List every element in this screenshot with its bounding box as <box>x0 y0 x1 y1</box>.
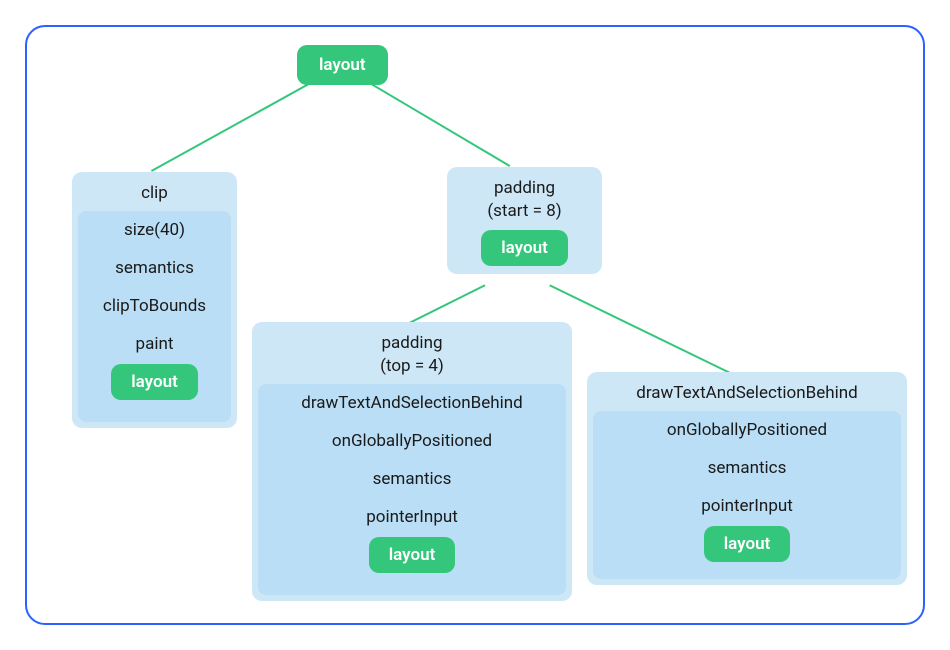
semantics-node-br: semantics pointerInput layout <box>598 449 896 574</box>
onglobally-node-br: onGloballyPositioned semantics pointerIn… <box>593 411 901 579</box>
padding-top-label: padding (top = 4) <box>258 328 566 382</box>
onglobally-label-bl: onGloballyPositioned <box>268 427 556 458</box>
padding-start-label: padding (start = 8) <box>453 173 596 227</box>
onglobally-node-bl: onGloballyPositioned semantics pointerIn… <box>263 422 561 590</box>
diagram-frame: layout clip size(40) semantics clipToBou… <box>25 25 925 625</box>
pointerinput-label-bl: pointerInput <box>278 503 546 534</box>
pointerinput-label-br: pointerInput <box>608 492 886 523</box>
pointerinput-node-bl: pointerInput layout <box>273 498 551 580</box>
onglobally-label-br: onGloballyPositioned <box>598 416 896 447</box>
paint-node: paint layout <box>93 325 216 407</box>
size-label: size(40) <box>83 216 226 247</box>
clip-label: clip <box>78 178 231 209</box>
drawtext-label-bl: drawTextAndSelectionBehind <box>263 389 561 420</box>
cliptobounds-label: clipToBounds <box>93 292 216 323</box>
drawtext-node-br: drawTextAndSelectionBehind onGloballyPos… <box>587 372 907 585</box>
paint-label: paint <box>98 330 211 361</box>
layout-leaf-br: layout <box>704 526 791 562</box>
pointerinput-node-br: pointerInput layout <box>603 487 891 569</box>
semantics-label-left: semantics <box>88 254 221 285</box>
root-layout-node: layout <box>297 45 388 85</box>
layout-leaf-bl-label: layout <box>389 545 436 565</box>
layout-leaf-right-label: layout <box>501 238 548 258</box>
padding-start-node: padding (start = 8) layout <box>447 167 602 274</box>
drawtext-label-br: drawTextAndSelectionBehind <box>593 378 901 409</box>
layout-leaf-right: layout <box>481 230 568 266</box>
drawtext-node-bl: drawTextAndSelectionBehind onGloballyPos… <box>258 384 566 595</box>
root-label: layout <box>319 55 366 75</box>
semantics-node-left: semantics clipToBounds paint layout <box>83 249 226 417</box>
semantics-node-bl: semantics pointerInput layout <box>268 460 556 585</box>
layout-leaf-left-label: layout <box>131 372 178 392</box>
cliptobounds-node: clipToBounds paint layout <box>88 287 221 412</box>
semantics-label-br: semantics <box>603 454 891 485</box>
size-node: size(40) semantics clipToBounds paint la… <box>78 211 231 422</box>
padding-top-node: padding (top = 4) drawTextAndSelectionBe… <box>252 322 572 601</box>
layout-leaf-bl: layout <box>369 537 456 573</box>
clip-node: clip size(40) semantics clipToBounds pai… <box>72 172 237 428</box>
layout-leaf-br-label: layout <box>724 534 771 554</box>
layout-leaf-left: layout <box>111 364 198 400</box>
semantics-label-bl: semantics <box>273 465 551 496</box>
